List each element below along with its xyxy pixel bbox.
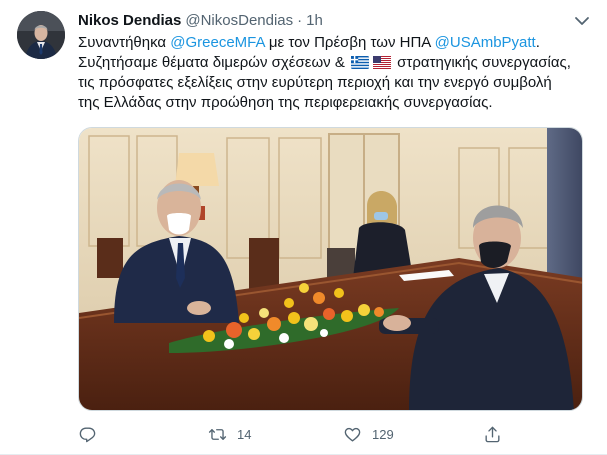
share-button[interactable] bbox=[483, 420, 512, 448]
profile-photo bbox=[17, 11, 65, 59]
tweet-photo[interactable] bbox=[78, 127, 583, 411]
greece-flag-icon bbox=[351, 56, 369, 69]
text-segment: στρατηγικής συνεργασίας, bbox=[393, 54, 571, 71]
reply-icon bbox=[79, 426, 96, 442]
retweet-button[interactable]: 14 bbox=[208, 420, 251, 448]
retweet-icon bbox=[208, 428, 227, 440]
text-segment: . bbox=[535, 34, 540, 51]
tweet-text: Συναντήθηκα @GreeceMFA με τον Πρέσβη των… bbox=[78, 33, 593, 113]
meeting-photo bbox=[79, 128, 582, 410]
author-handle[interactable]: @NikosDendias bbox=[185, 11, 293, 31]
tweet-line-3: τις πρόσφατες εξελίξεις στην ευρύτερη πε… bbox=[78, 74, 552, 91]
mention-greecemfa[interactable]: @GreeceMFA bbox=[170, 34, 264, 51]
text-segment: Συναντήθηκα bbox=[78, 34, 171, 51]
separator-dot: · bbox=[297, 12, 303, 29]
timestamp[interactable]: 1h bbox=[306, 11, 323, 31]
mention-usambpyatt[interactable]: @USAmbPyatt bbox=[435, 34, 536, 51]
chevron-down-icon bbox=[575, 17, 589, 25]
retweet-count: 14 bbox=[237, 426, 252, 442]
tweet-header: Nikos Dendias @NikosDendias · 1h bbox=[78, 11, 591, 31]
text-segment: Συζητήσαμε θέματα διμερών σχέσεων & bbox=[78, 54, 349, 71]
heart-icon bbox=[344, 427, 361, 442]
author-name[interactable]: Nikos Dendias bbox=[78, 11, 181, 31]
tweet[interactable]: Nikos Dendias @NikosDendias · 1h Συναντή… bbox=[0, 0, 607, 455]
like-count: 129 bbox=[372, 426, 394, 442]
tweet-line-4: της Ελλάδας στην προώθηση της περιφερεια… bbox=[78, 94, 493, 111]
avatar[interactable] bbox=[17, 11, 65, 59]
more-options-button[interactable] bbox=[571, 10, 593, 32]
text-segment: με τον Πρέσβη των ΗΠΑ bbox=[264, 34, 435, 51]
tweet-line-2: Συζητήσαμε θέματα διμερών σχέσεων & στρα… bbox=[78, 53, 593, 73]
usa-flag-icon bbox=[373, 56, 391, 69]
share-icon bbox=[485, 426, 500, 442]
like-button[interactable]: 129 bbox=[343, 420, 394, 448]
reply-button[interactable] bbox=[78, 420, 107, 448]
tweet-line-1: Συναντήθηκα @GreeceMFA με τον Πρέσβη των… bbox=[78, 33, 593, 53]
tweet-actions: 14 129 bbox=[78, 420, 500, 448]
